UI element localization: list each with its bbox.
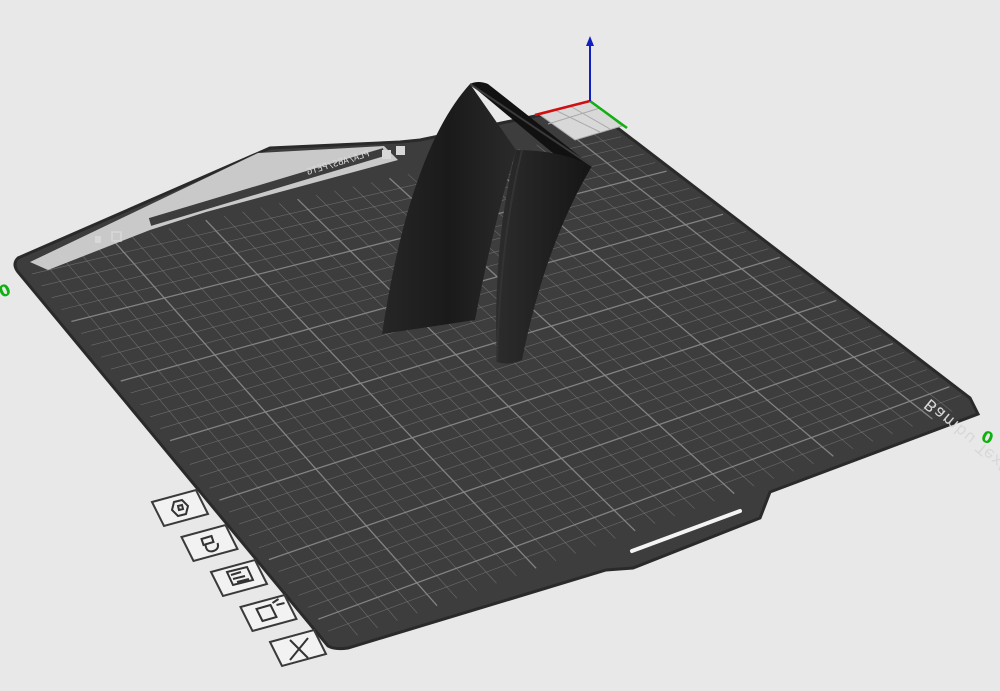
plate-name: Bambu Textured PEI plate <box>920 395 1000 557</box>
plate-badge-mark <box>382 150 391 159</box>
plate-toolbar-lock-button[interactable]: Lock plate <box>180 523 239 563</box>
plate-toolbar-slice-button[interactable]: Slice <box>239 593 298 633</box>
3d-viewport[interactable]: PLA/ABS/PETG SOFTWARE Bambu Textured PEI… <box>0 0 1000 691</box>
plate-badge-mark <box>396 146 405 155</box>
plate-toolbar-orient-button[interactable]: Auto orient <box>150 488 210 528</box>
z-axis-arrow <box>586 36 594 46</box>
plate-toolbar-arrange-button[interactable]: Arrange <box>209 558 269 598</box>
plate-toolbar-delete-button[interactable]: Delete plate <box>268 628 328 668</box>
plate-toolbar-tile <box>150 488 210 528</box>
axis-label-left: 0 <box>0 280 14 302</box>
plate-lock-mark <box>95 236 101 243</box>
plate-toolbar-tile <box>239 593 298 633</box>
